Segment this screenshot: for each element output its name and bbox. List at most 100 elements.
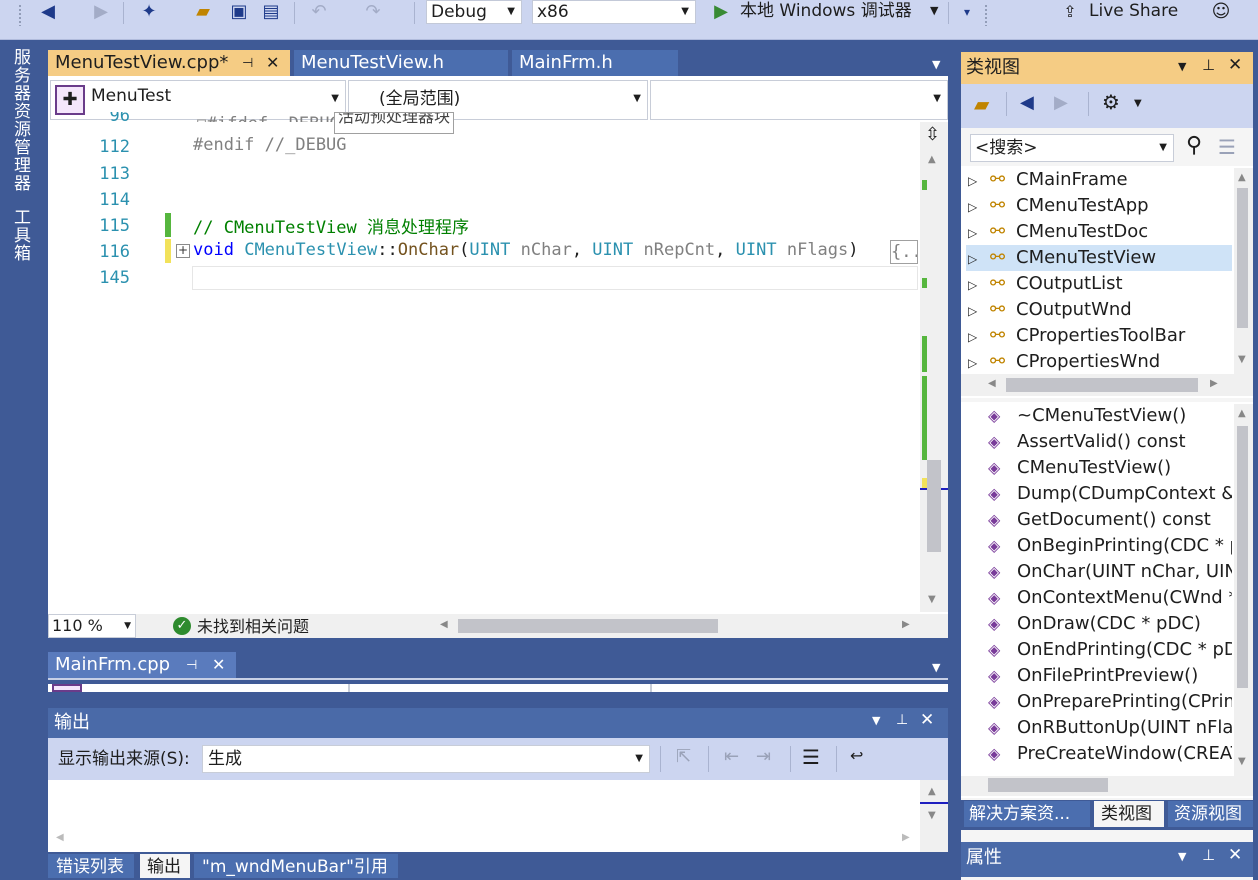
output-source-select[interactable]: 生成 ▼ bbox=[202, 745, 650, 773]
tab-mainfrm-h[interactable]: MainFrm.h bbox=[512, 50, 678, 76]
back-icon[interactable]: ◀ bbox=[1020, 92, 1034, 113]
scroll-down-icon[interactable]: ▼ bbox=[928, 810, 936, 821]
member-list-hscroll-thumb[interactable] bbox=[988, 778, 1108, 792]
tab-references[interactable]: "m_wndMenuBar"引用 bbox=[194, 854, 398, 878]
toolbox-tab[interactable]: 工具箱 bbox=[10, 208, 33, 268]
class-item-selected[interactable]: ▷ ⚯ CMenuTestView bbox=[966, 245, 1232, 271]
tab-resource-view[interactable]: 资源视图 bbox=[1168, 801, 1253, 827]
scroll-up-icon[interactable]: ▲ bbox=[928, 786, 936, 797]
undo-icon[interactable]: ↶ bbox=[306, 0, 332, 24]
scroll-left-icon[interactable]: ◀ bbox=[440, 619, 448, 630]
forward-icon[interactable]: ▶ bbox=[88, 0, 114, 24]
scroll-right-icon[interactable]: ▶ bbox=[902, 619, 910, 630]
forward-icon[interactable]: ▶ bbox=[1054, 92, 1068, 113]
settings-gear-icon[interactable]: ⚙ bbox=[1102, 90, 1120, 114]
chevron-down-icon[interactable]: ▼ bbox=[872, 714, 880, 727]
tab-list-dropdown-icon[interactable]: ▼ bbox=[932, 58, 940, 71]
scroll-right-icon[interactable]: ▶ bbox=[1210, 378, 1218, 389]
tab-menutestview-h[interactable]: MenuTestView.h bbox=[294, 50, 508, 76]
close-icon[interactable]: ✕ bbox=[1228, 55, 1242, 75]
scroll-up-icon[interactable]: ▲ bbox=[1238, 172, 1246, 183]
clear-all-icon[interactable]: ☰ bbox=[802, 745, 820, 769]
tab-solution-explorer[interactable]: 解决方案资... bbox=[964, 801, 1090, 827]
editor-hscroll-thumb[interactable] bbox=[458, 619, 718, 633]
member-item[interactable]: ◈ OnChar(UINT nChar, UIN bbox=[988, 559, 1232, 585]
tab-mainfrm-cpp[interactable]: MainFrm.cpp bbox=[48, 652, 236, 678]
close-icon[interactable]: ✕ bbox=[920, 710, 934, 730]
new-folder-icon[interactable]: ▰ bbox=[974, 92, 989, 116]
member-item[interactable]: ◈ AssertValid() const bbox=[988, 429, 1232, 455]
scroll-left-icon[interactable]: ◀ bbox=[988, 378, 996, 389]
member-item[interactable]: ◈ OnRButtonUp(UINT nFla bbox=[988, 715, 1232, 741]
member-item[interactable]: ◈ OnContextMenu(CWnd * bbox=[988, 585, 1232, 611]
member-list-scroll-thumb[interactable] bbox=[1237, 426, 1248, 688]
redo-icon[interactable]: ↷ bbox=[360, 0, 386, 24]
goto-message-icon[interactable]: ⇱ bbox=[676, 746, 691, 767]
tab-class-view[interactable]: 类视图 bbox=[1094, 801, 1164, 827]
platform-select[interactable]: x86 ▼ bbox=[532, 0, 696, 24]
zoom-select[interactable]: 110 % ▼ bbox=[48, 614, 136, 638]
member-item[interactable]: ◈ OnDraw(CDC * pDC) bbox=[988, 611, 1232, 637]
chevron-down-icon[interactable]: ▼ bbox=[1134, 98, 1142, 109]
next-message-icon[interactable]: ⇥ bbox=[756, 746, 771, 767]
scroll-up-icon[interactable]: ▲ bbox=[928, 154, 936, 165]
scroll-down-icon[interactable]: ▼ bbox=[1238, 756, 1246, 767]
filter-icon[interactable]: ☰ bbox=[1218, 135, 1236, 159]
scroll-down-icon[interactable]: ▼ bbox=[928, 594, 936, 605]
start-debug-button[interactable]: 本地 Windows 调试器 bbox=[740, 0, 912, 22]
prev-message-icon[interactable]: ⇤ bbox=[724, 746, 739, 767]
back-icon[interactable]: ◀ bbox=[35, 0, 61, 24]
member-item[interactable]: ◈ OnEndPrinting(CDC * pD bbox=[988, 637, 1232, 663]
scroll-right-icon[interactable]: ▶ bbox=[902, 832, 910, 843]
save-all-icon[interactable]: ▤ bbox=[258, 0, 284, 24]
collapse-icon[interactable]: + bbox=[176, 244, 190, 258]
member-nav-select[interactable]: ▼ bbox=[650, 80, 948, 120]
solution-config-select[interactable]: Debug ▼ bbox=[426, 0, 522, 24]
class-tree-hscroll-thumb[interactable] bbox=[1006, 378, 1198, 392]
tab-list-dropdown-icon[interactable]: ▼ bbox=[932, 661, 940, 674]
tab-error-list[interactable]: 错误列表 bbox=[48, 854, 134, 878]
scroll-left-icon[interactable]: ◀ bbox=[56, 832, 64, 843]
pin-icon[interactable]: ⊥ bbox=[1202, 846, 1215, 864]
folded-block[interactable]: {...} bbox=[890, 240, 918, 264]
search-icon[interactable]: ⚲ bbox=[1186, 133, 1202, 158]
pin-icon[interactable]: ⊣ bbox=[186, 658, 197, 673]
class-search-input[interactable]: <搜索> ▼ bbox=[970, 134, 1174, 162]
pin-icon[interactable]: ⊣ bbox=[242, 56, 253, 71]
member-item[interactable]: ◈ OnFilePrintPreview() bbox=[988, 663, 1232, 689]
tab-menutestview-cpp[interactable]: MenuTestView.cpp* bbox=[48, 50, 290, 76]
chevron-down-icon[interactable]: ▼ bbox=[1178, 850, 1186, 863]
close-icon[interactable]: ✕ bbox=[212, 655, 225, 674]
scroll-down-icon[interactable]: ▼ bbox=[1238, 354, 1246, 365]
save-icon[interactable]: ▣ bbox=[226, 0, 252, 24]
share-icon[interactable]: ⇪ bbox=[1058, 0, 1082, 24]
server-explorer-tab[interactable]: 服务器资源管理器 bbox=[10, 48, 33, 200]
class-tree-scroll-thumb[interactable] bbox=[1237, 188, 1248, 328]
overflow-icon[interactable]: ▾ bbox=[958, 0, 976, 24]
member-item[interactable]: ◈ OnPreparePrinting(CPrin bbox=[988, 689, 1232, 715]
scroll-up-icon[interactable]: ▲ bbox=[1238, 408, 1246, 419]
start-debug-icon[interactable]: ▶ bbox=[710, 0, 732, 24]
issues-status[interactable]: 未找到相关问题 bbox=[197, 616, 309, 638]
member-item[interactable]: ◈ PreCreateWindow(CREAT bbox=[988, 741, 1232, 767]
live-share-button[interactable]: Live Share bbox=[1089, 0, 1178, 22]
close-icon[interactable]: ✕ bbox=[266, 53, 279, 72]
toolbar-grip[interactable] bbox=[18, 4, 22, 26]
close-icon[interactable]: ✕ bbox=[1228, 845, 1242, 865]
chevron-down-icon[interactable]: ▼ bbox=[930, 0, 938, 22]
open-folder-icon[interactable]: ▰ bbox=[190, 0, 216, 24]
new-item-icon[interactable]: ✦ bbox=[136, 0, 162, 24]
word-wrap-icon[interactable]: ↩ bbox=[850, 746, 863, 765]
pin-icon[interactable]: ⊥ bbox=[896, 712, 908, 728]
member-item[interactable]: ◈ ~CMenuTestView() bbox=[988, 403, 1232, 429]
member-item[interactable]: ◈ OnBeginPrinting(CDC * p bbox=[988, 533, 1232, 559]
member-item[interactable]: ◈ GetDocument() const bbox=[988, 507, 1232, 533]
account-icon[interactable]: ☺ bbox=[1208, 0, 1234, 24]
split-icon[interactable]: ⇳ bbox=[925, 124, 940, 145]
toolbar-grip[interactable] bbox=[984, 4, 988, 26]
editor-scroll-thumb[interactable] bbox=[927, 460, 941, 552]
output-content[interactable] bbox=[48, 780, 948, 852]
chevron-down-icon[interactable]: ▼ bbox=[1178, 60, 1186, 73]
pin-icon[interactable]: ⊥ bbox=[1202, 56, 1215, 74]
tab-output[interactable]: 输出 bbox=[140, 854, 190, 878]
